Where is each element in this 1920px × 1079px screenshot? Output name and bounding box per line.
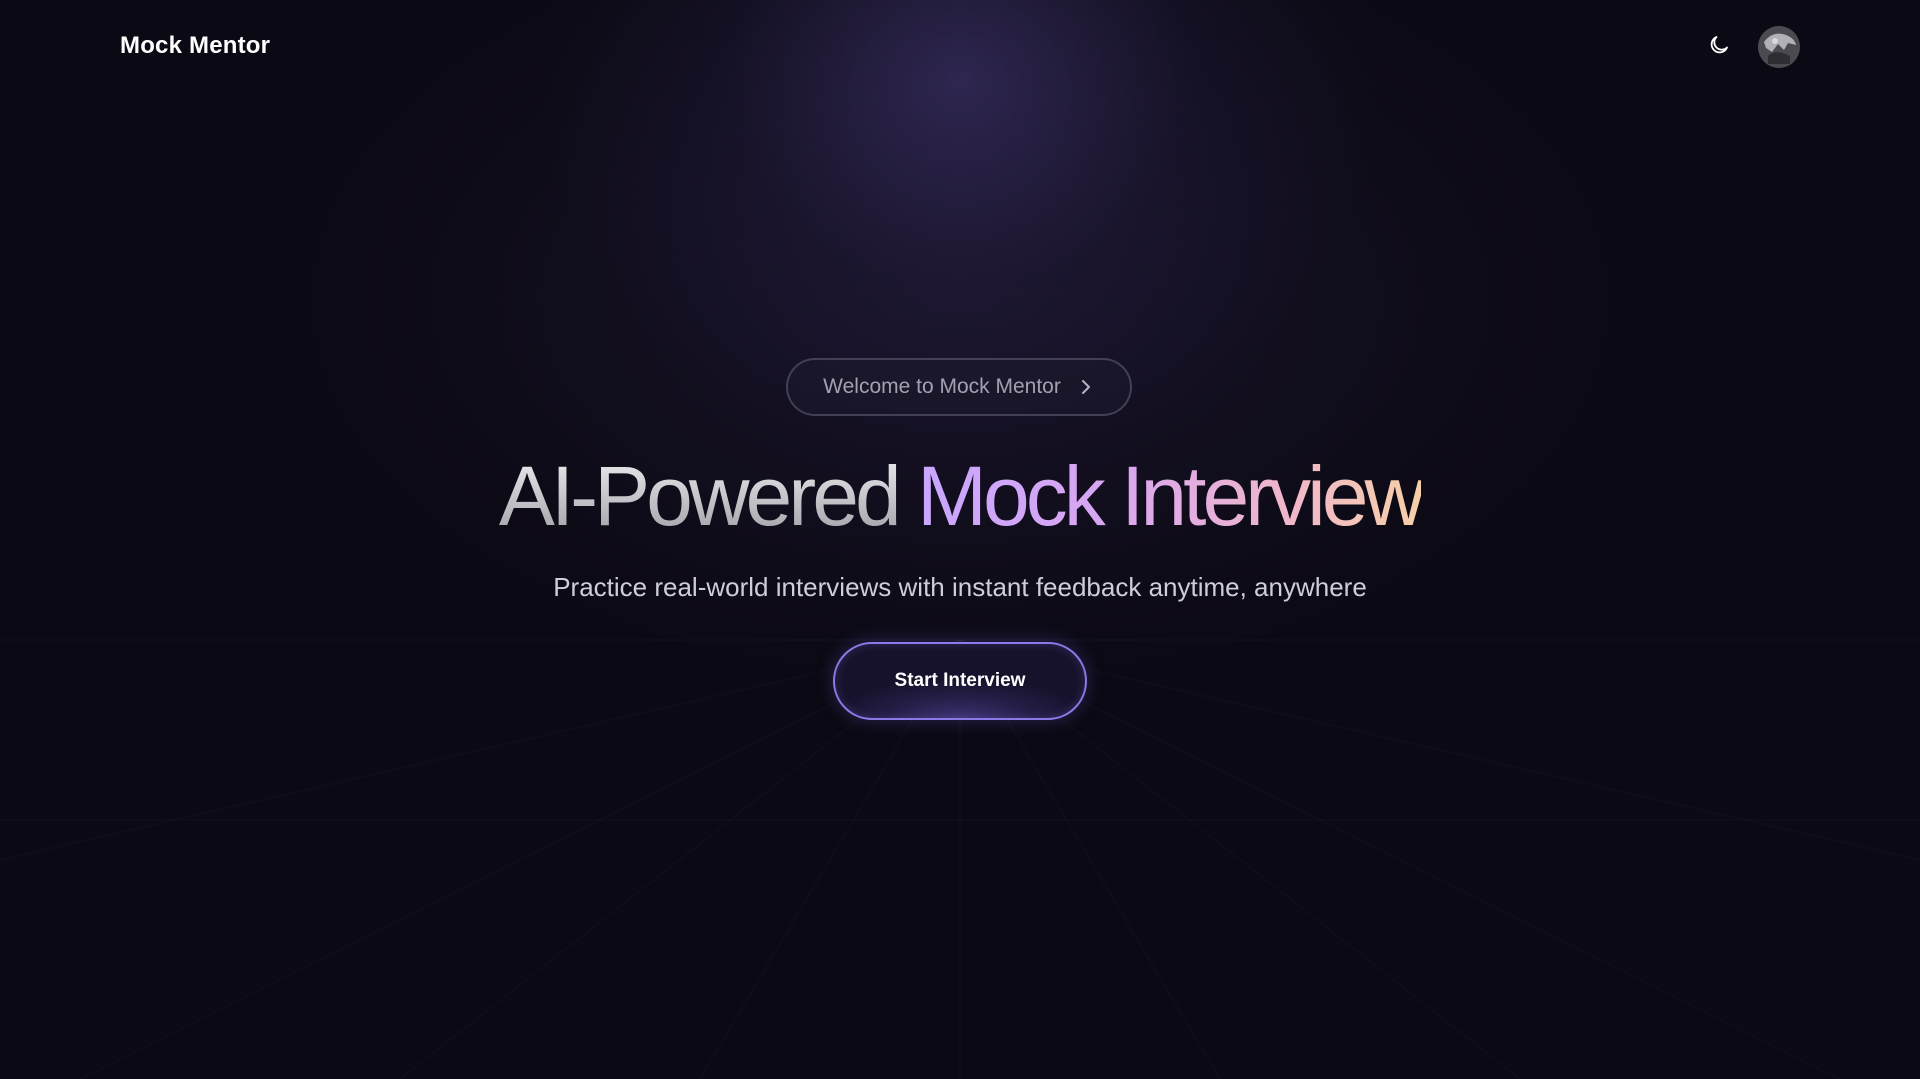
chevron-right-icon: [1077, 378, 1095, 396]
welcome-badge-label: Welcome to Mock Mentor: [823, 375, 1061, 398]
hero-title-highlight: Mock Interview: [917, 449, 1425, 543]
landing-page: Mock Mentor Welcome to Mock Mentor AI-Po…: [0, 0, 1920, 1079]
welcome-badge[interactable]: Welcome to Mock Mentor: [786, 358, 1132, 416]
user-avatar[interactable]: [1758, 26, 1800, 68]
start-interview-button[interactable]: Start Interview: [833, 642, 1087, 720]
moon-icon: [1707, 33, 1731, 62]
top-navbar: Mock Mentor: [0, 0, 1920, 96]
hero-title: AI-Powered Mock Interview: [0, 446, 1920, 546]
hero-subtitle: Practice real-world interviews with inst…: [553, 572, 1367, 602]
hero-title-prefix: AI-Powered: [498, 449, 918, 543]
theme-toggle-button[interactable]: [1702, 30, 1736, 64]
start-interview-label: Start Interview: [894, 670, 1026, 691]
brand-logo-text[interactable]: Mock Mentor: [120, 32, 270, 60]
